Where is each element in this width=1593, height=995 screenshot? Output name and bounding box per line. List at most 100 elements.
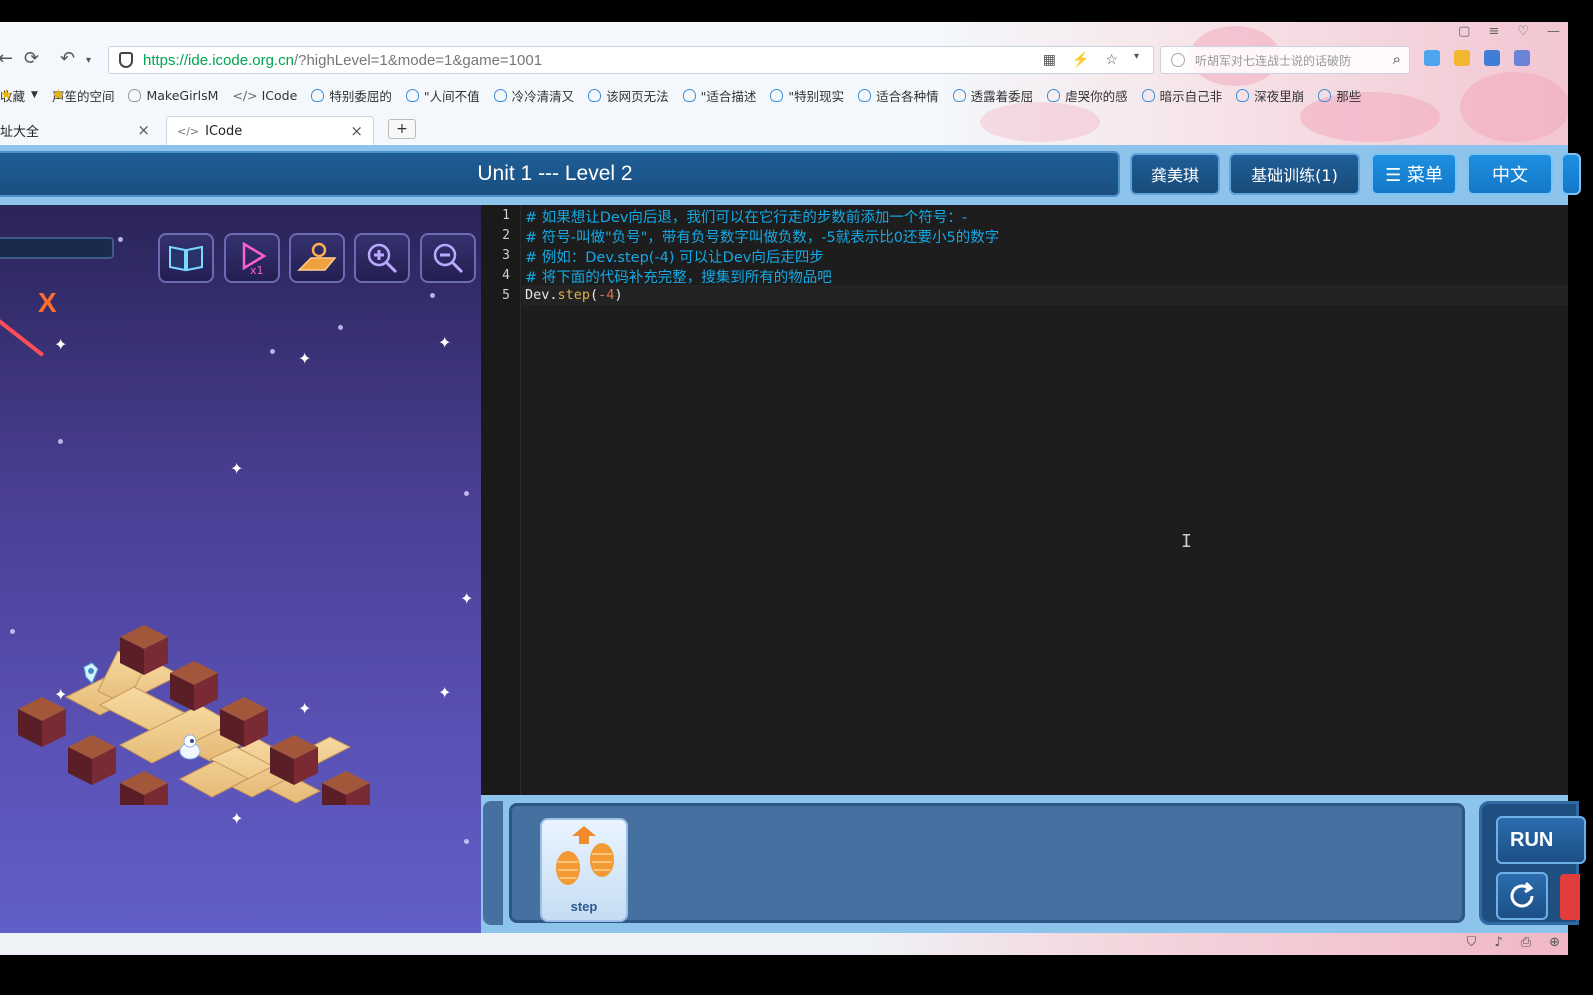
replay-button[interactable]: x1: [224, 233, 280, 283]
qq-icon: [682, 88, 696, 102]
bookmark-favorites[interactable]: ★ 收藏 ▼: [0, 86, 38, 105]
code-comment-line[interactable]: # 将下面的代码补充完整，搜集到所有的物品吧: [525, 266, 832, 287]
undo-icon[interactable]: ↶: [60, 48, 75, 69]
code-statement-line[interactable]: Dev.step(-4): [525, 287, 623, 303]
line-number-gutter: 1 2 3 4 5: [481, 205, 521, 795]
navigation-row: ← ⟳ ↶ ▾ https://ide.icode.org.cn/?highLe…: [0, 46, 1568, 74]
new-tab-button[interactable]: +: [388, 119, 416, 139]
star-icon[interactable]: ☆: [1105, 51, 1118, 68]
step-block[interactable]: step: [540, 818, 628, 922]
bookmark-item[interactable]: 该网页无法: [588, 86, 669, 105]
restore-icon[interactable]: ▢: [1458, 24, 1470, 39]
zoom-icon[interactable]: ⊕: [1549, 935, 1560, 950]
active-line-highlight: [522, 285, 1568, 305]
refresh-icon: [1510, 881, 1534, 908]
qq-icon: [1236, 88, 1250, 102]
minimize-icon[interactable]: —: [1547, 24, 1560, 39]
star-decoration: ✦: [230, 809, 244, 828]
game-board: [18, 625, 370, 805]
course-button[interactable]: 基础训练(1): [1229, 153, 1360, 195]
bookmark-item[interactable]: 虐哭你的感: [1047, 86, 1128, 105]
bookmark-item[interactable]: 适合各种情: [858, 86, 939, 105]
tab-icode[interactable]: </> ICode ×: [166, 116, 374, 145]
search-box[interactable]: 听胡军对七连战士说的话破防 ⌕: [1160, 46, 1410, 74]
qr-code-icon[interactable]: ▦: [1043, 51, 1056, 68]
search-input[interactable]: 听胡军对七连战士说的话破防: [1195, 52, 1351, 69]
menu-icon[interactable]: ≡: [1488, 24, 1499, 39]
extension-icon[interactable]: [1454, 50, 1470, 66]
volume-icon[interactable]: ♪: [1494, 935, 1502, 950]
language-button[interactable]: 中文: [1467, 153, 1553, 195]
screenshot-icon[interactable]: ⎙: [1521, 935, 1531, 950]
zoom-out-button[interactable]: [420, 233, 476, 283]
qq-icon: [311, 88, 325, 102]
bookmark-item[interactable]: 特别委屈的: [311, 86, 392, 105]
skin-icon[interactable]: ♡: [1517, 24, 1529, 39]
code-comment-line[interactable]: # 符号-叫做"负号"，带有负号数字叫做负数，-5就表示比0还要小5的数字: [525, 226, 999, 247]
search-icon[interactable]: ⌕: [1393, 50, 1401, 68]
code-argument: -4: [598, 287, 615, 303]
bookmark-item[interactable]: 那些: [1318, 86, 1361, 105]
menu-button[interactable]: ☰ 菜单: [1371, 153, 1457, 195]
reload-icon[interactable]: ⟳: [24, 48, 39, 69]
bookmarks-bar: ★ 收藏 ▼ ★ 声笙的空间 MakeGirlsM </> ICode 特别委屈的 "人…: [0, 84, 1568, 106]
code-paren: (: [590, 287, 599, 303]
code-object: Dev.: [525, 287, 558, 303]
extension-icon[interactable]: [1484, 50, 1500, 66]
star-icon: ★: [0, 87, 13, 103]
run-button[interactable]: RUN: [1496, 816, 1586, 864]
qq-icon: [405, 88, 419, 102]
bookmark-item[interactable]: "特别现实: [770, 86, 844, 105]
chevron-down-icon[interactable]: ▾: [1134, 51, 1139, 68]
map-button[interactable]: [289, 233, 345, 283]
line-number: 2: [502, 228, 510, 243]
bookmark-item[interactable]: 暗示自己非: [1141, 86, 1222, 105]
extra-button[interactable]: [1561, 153, 1581, 195]
user-button[interactable]: 龚美琪: [1130, 153, 1220, 195]
lightning-icon[interactable]: ⚡: [1072, 51, 1089, 68]
extension-icons: [1424, 50, 1530, 66]
bookmark-item[interactable]: MakeGirlsM: [128, 88, 218, 103]
code-comment-line[interactable]: # 例如：Dev.step(-4) 可以让Dev向后走四步: [525, 246, 824, 267]
replay-icon: x1: [242, 241, 267, 276]
zoom-in-button[interactable]: [354, 233, 410, 283]
shield-icon: [119, 52, 133, 68]
extension-icon[interactable]: [1514, 50, 1530, 66]
code-editor[interactable]: 1 2 3 4 5 # 如果想让Dev向后退，我们可以在它行走的步数前添加一个符…: [481, 205, 1568, 795]
direction-arrow-icon: [0, 315, 45, 357]
star-decoration: ✦: [54, 335, 68, 354]
back-icon[interactable]: ←: [0, 48, 13, 69]
chevron-down-icon[interactable]: ▾: [86, 55, 91, 66]
url-text: https://ide.icode.org.cn/?highLevel=1&mo…: [143, 51, 543, 69]
window-controls: ▢ ≡ ♡ —: [1458, 24, 1560, 39]
qq-icon: [1318, 88, 1332, 102]
bookmark-item[interactable]: "人间不值: [405, 86, 480, 105]
code-comment-line[interactable]: # 如果想让Dev向后退，我们可以在它行走的步数前添加一个符号：-: [525, 206, 967, 227]
star-dot: [430, 293, 435, 298]
bookmark-item[interactable]: 深夜里崩: [1236, 86, 1304, 105]
tab-strip: 址大全 × </> ICode × +: [0, 116, 1568, 145]
block-palette: step: [509, 803, 1465, 923]
status-icons: ⛉ ♪ ⎙ ⊕: [1467, 935, 1560, 950]
bookmark-item[interactable]: </> ICode: [232, 88, 297, 103]
line-number: 5: [502, 288, 510, 303]
address-bar[interactable]: https://ide.icode.org.cn/?highLevel=1&mo…: [108, 46, 1154, 74]
bookmark-item[interactable]: ★ 声笙的空间: [52, 86, 115, 105]
bookmark-item[interactable]: "适合描述: [682, 86, 756, 105]
code-paren: ): [614, 287, 623, 303]
search-engine-icon: [1171, 53, 1185, 67]
app-header: Unit 1 --- Level 2 龚美琪 基础训练(1) ☰ 菜单 中文: [0, 145, 1581, 205]
extension-icon[interactable]: [1424, 50, 1440, 66]
code-icon: </>: [232, 87, 258, 103]
tab-directory[interactable]: 址大全 ×: [0, 116, 160, 145]
instructions-button[interactable]: [158, 233, 214, 283]
security-icon[interactable]: ⛉: [1467, 935, 1477, 950]
reset-button[interactable]: [1496, 872, 1548, 920]
bookmark-item[interactable]: 透露着委屈: [952, 86, 1033, 105]
close-icon[interactable]: ×: [137, 121, 150, 139]
bookmark-item[interactable]: 冷冷清清又: [493, 86, 574, 105]
step-block-label: step: [570, 899, 598, 914]
palette-handle[interactable]: [483, 801, 503, 925]
stop-button[interactable]: [1560, 874, 1580, 920]
close-icon[interactable]: ×: [350, 122, 363, 140]
